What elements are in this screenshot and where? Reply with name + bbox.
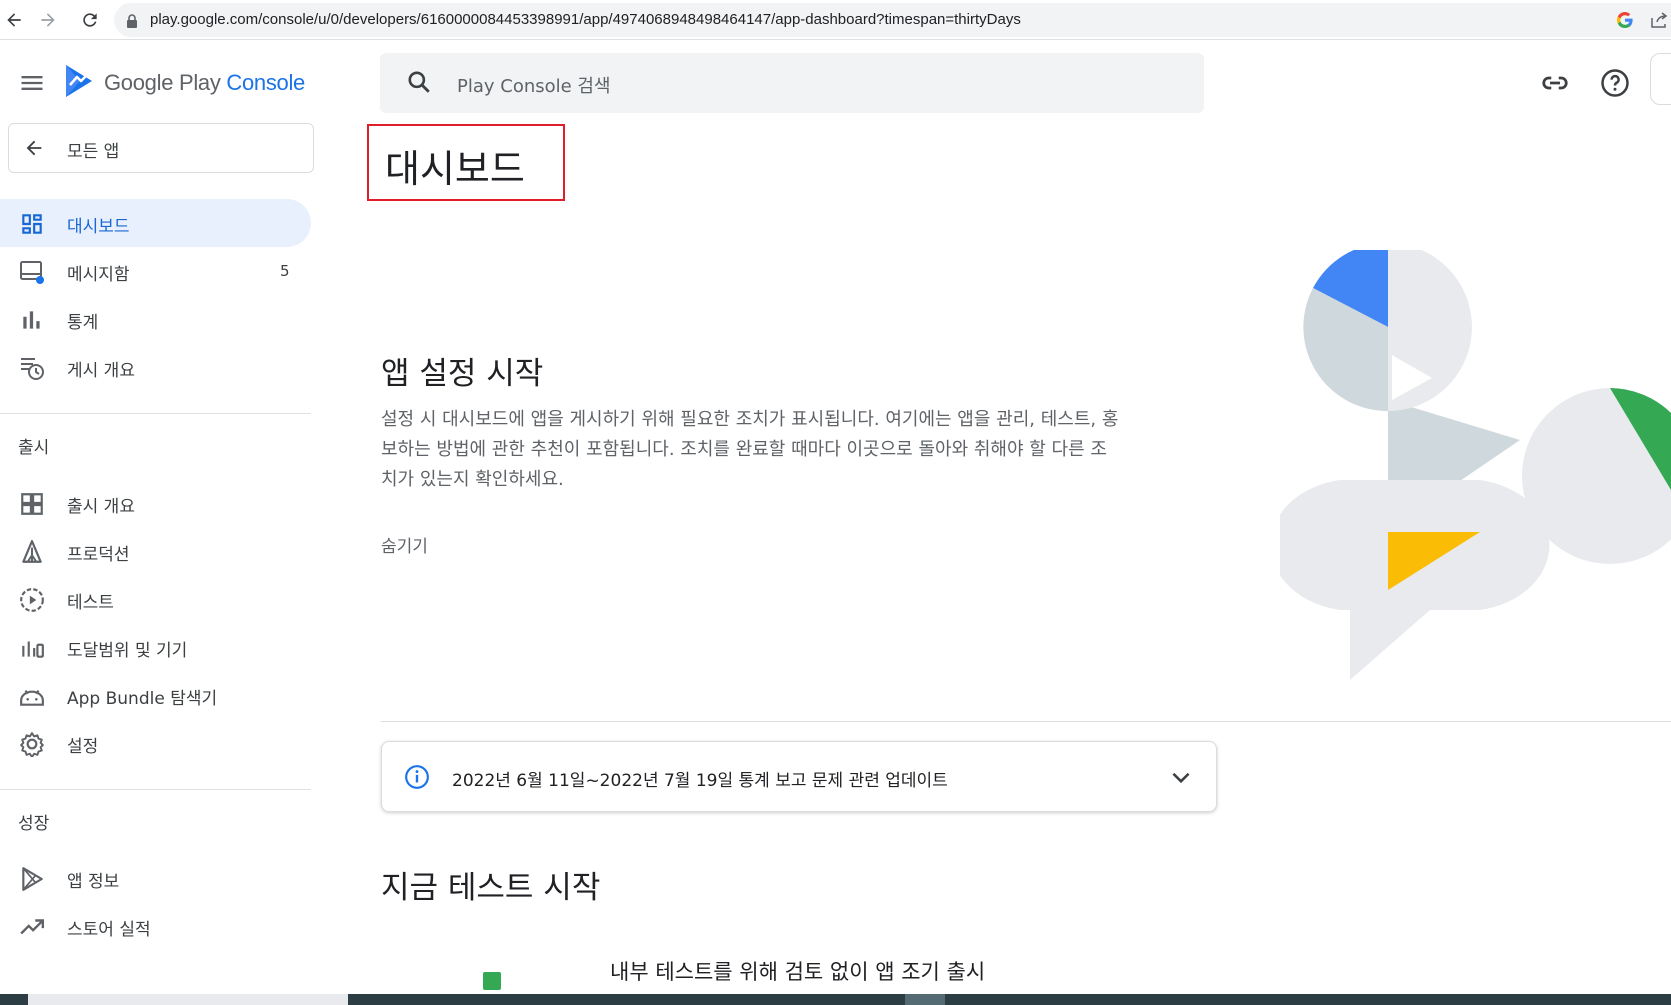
back-arrow-icon <box>23 137 45 163</box>
info-icon <box>404 764 430 794</box>
sidebar-item-inbox[interactable]: 메시지함 5 <box>0 247 311 295</box>
sidebar-item-label: 통계 <box>67 313 99 333</box>
search-placeholder: Play Console 검색 <box>457 76 611 97</box>
page-title-highlight: 대시보드 <box>367 124 565 201</box>
sidebar-item-publishing-overview[interactable]: 게시 개요 <box>0 343 311 391</box>
testing-heading: 지금 테스트 시작 <box>381 870 601 906</box>
link-icon[interactable] <box>1540 68 1570 98</box>
address-bar[interactable]: play.google.com/console/u/0/developers/6… <box>114 3 1671 37</box>
sidebar-item-label: 메시지함 <box>67 265 130 285</box>
section-divider <box>381 721 1671 722</box>
sidebar-item-app-info[interactable]: 앱 정보 <box>0 854 311 902</box>
status-square <box>483 972 501 990</box>
chevron-down-icon[interactable] <box>1168 764 1194 794</box>
sidebar-item-label: App Bundle 탐색기 <box>67 689 218 709</box>
sidebar-item-store-performance[interactable]: 스토어 실적 <box>0 902 311 950</box>
forward-arrow-icon[interactable] <box>34 6 62 34</box>
publishing-overview-icon <box>19 355 45 381</box>
release-overview-icon <box>19 491 45 517</box>
gear-icon <box>19 731 45 758</box>
logo-console-text: Console <box>226 70 305 95</box>
setup-illustration <box>1280 250 1671 680</box>
setup-heading: 앱 설정 시작 <box>381 356 544 392</box>
bar-chart-icon <box>19 307 45 333</box>
sidebar-item-label: 도달범위 및 기기 <box>67 641 188 661</box>
back-arrow-icon[interactable] <box>0 6 28 34</box>
sidebar-item-label: 스토어 실적 <box>67 920 151 940</box>
stats-notice-banner[interactable]: 2022년 6월 11일~2022년 7월 19일 통계 보고 문제 관련 업데… <box>381 741 1217 812</box>
hamburger-menu-icon[interactable] <box>18 69 46 97</box>
sidebar-item-reach-devices[interactable]: 도달범위 및 기기 <box>0 623 311 671</box>
hide-link[interactable]: 숨기기 <box>381 532 428 557</box>
page-title: 대시보드 <box>385 147 525 191</box>
all-apps-button[interactable]: 모든 앱 <box>8 123 314 173</box>
sidebar-item-label: 테스트 <box>67 593 114 613</box>
taskbar <box>0 994 1671 1005</box>
google-play-console-logo[interactable]: Google Play Console <box>62 63 322 103</box>
app-bundle-icon <box>19 683 45 709</box>
sidebar-item-label: 출시 개요 <box>67 497 135 517</box>
play-console-logo-icon <box>66 65 92 97</box>
sidebar-item-release-overview[interactable]: 출시 개요 <box>0 479 311 527</box>
testing-icon <box>19 587 45 613</box>
sidebar-item-app-bundle-explorer[interactable]: App Bundle 탐색기 <box>0 671 311 719</box>
sidebar-item-dashboard[interactable]: 대시보드 <box>0 199 311 247</box>
sidebar-item-settings[interactable]: 설정 <box>0 719 311 767</box>
sidebar-divider <box>0 413 311 414</box>
sidebar-item-label: 프로덕션 <box>67 545 130 565</box>
sidebar-divider <box>0 789 311 790</box>
sidebar: Google Play Console 모든 앱 대시보드 메시지함 5 통계 … <box>0 41 314 1005</box>
help-icon[interactable] <box>1600 68 1630 98</box>
url-text: play.google.com/console/u/0/developers/6… <box>150 11 1021 28</box>
section-header-growth: 성장 <box>18 814 50 834</box>
sidebar-item-label: 게시 개요 <box>67 361 135 381</box>
sidebar-item-statistics[interactable]: 통계 <box>0 295 311 343</box>
play-store-icon <box>19 866 45 892</box>
reach-devices-icon <box>19 635 45 661</box>
sidebar-item-label: 대시보드 <box>67 217 130 237</box>
share-icon[interactable] <box>1649 10 1669 34</box>
sidebar-item-label: 앱 정보 <box>67 872 120 892</box>
production-icon <box>19 539 45 565</box>
google-g-icon[interactable] <box>1615 10 1635 34</box>
account-button[interactable] <box>1650 53 1671 105</box>
setup-description: 설정 시 대시보드에 앱을 게시하기 위해 필요한 조치가 표시됩니다. 여기에… <box>381 409 1119 490</box>
testing-subtext: 내부 테스트를 위해 검토 없이 앱 조기 출시 <box>610 960 986 984</box>
lock-icon <box>126 13 138 32</box>
sidebar-item-production[interactable]: 프로덕션 <box>0 527 311 575</box>
sidebar-item-label: 설정 <box>67 737 99 757</box>
trending-up-icon <box>19 914 45 940</box>
reload-icon[interactable] <box>76 6 104 34</box>
browser-toolbar: play.google.com/console/u/0/developers/6… <box>0 0 1671 40</box>
inbox-count-badge: 5 <box>280 262 290 280</box>
search-bar[interactable]: Play Console 검색 <box>380 53 1204 113</box>
logo-google-text: Google Play <box>104 70 221 95</box>
all-apps-label: 모든 앱 <box>67 142 120 162</box>
dashboard-icon <box>19 211 45 237</box>
notice-text: 2022년 6월 11일~2022년 7월 19일 통계 보고 문제 관련 업데… <box>452 771 948 791</box>
sidebar-item-testing[interactable]: 테스트 <box>0 575 311 623</box>
inbox-icon <box>19 259 45 285</box>
section-header-release: 출시 <box>18 438 50 458</box>
search-icon <box>406 69 432 99</box>
